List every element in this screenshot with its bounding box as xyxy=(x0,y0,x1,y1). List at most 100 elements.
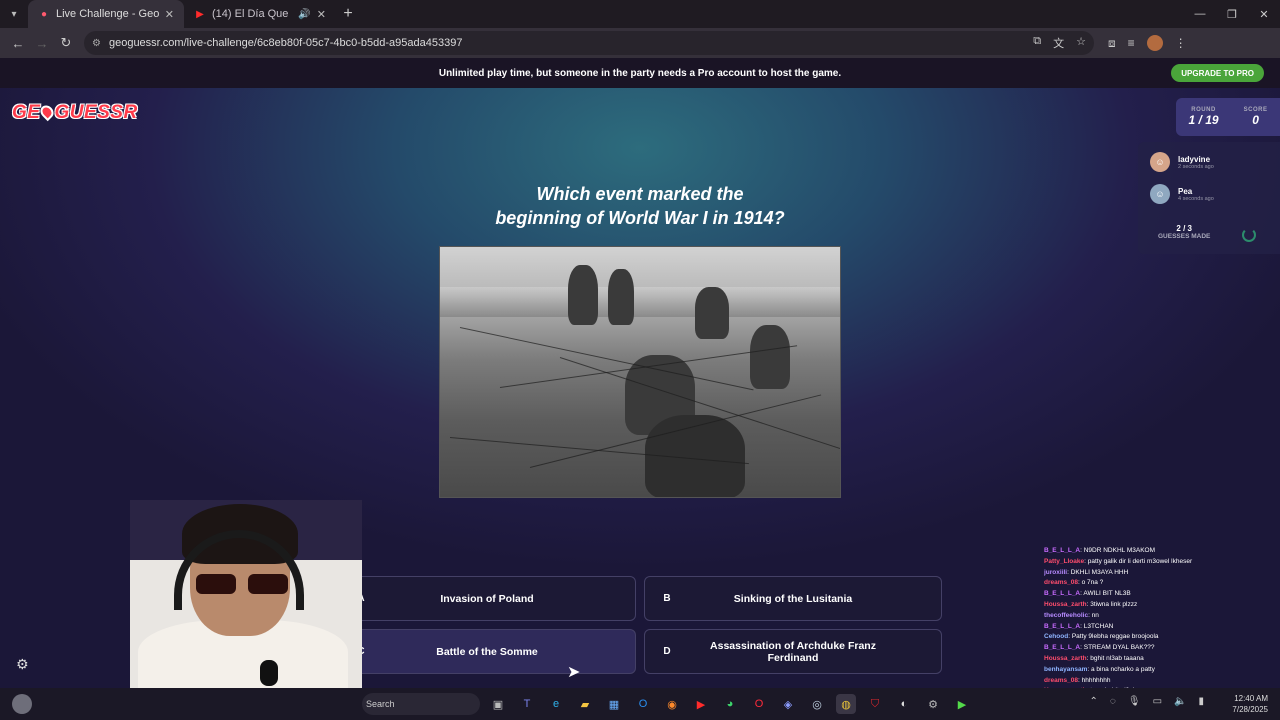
teams-icon[interactable]: T xyxy=(517,694,537,714)
bookmark-star-icon[interactable]: ☆ xyxy=(1076,35,1086,51)
answer-option-d[interactable]: D Assassination of Archduke Franz Ferdin… xyxy=(644,629,942,674)
question-line: Which event marked the xyxy=(536,184,744,204)
player-time: 4 seconds ago xyxy=(1178,195,1214,202)
answer-option-b[interactable]: B Sinking of the Lusitania xyxy=(644,576,942,621)
tray-overflow-icon[interactable]: ⌃ xyxy=(1090,696,1098,707)
close-tab-icon[interactable]: ✕ xyxy=(317,8,326,21)
whatsapp-icon[interactable]: ◕ xyxy=(720,694,740,714)
chat-username: B_E_L_L_A xyxy=(1044,590,1081,598)
taskbar-search[interactable]: Search xyxy=(362,693,480,715)
upgrade-to-pro-button[interactable]: UPGRADE TO PRO xyxy=(1171,64,1264,82)
tab-list-icon[interactable]: ≡ xyxy=(1128,36,1135,50)
store-icon[interactable]: ▦ xyxy=(604,694,624,714)
answer-text: Sinking of the Lusitania xyxy=(733,592,853,605)
clock-date: 7/28/2025 xyxy=(1232,705,1268,714)
tab-live-challenge[interactable]: ● Live Challenge - GeoGuessr ✕ xyxy=(28,0,184,28)
tab-search-icon[interactable]: ▾ xyxy=(0,0,28,28)
banner-message: Unlimited play time, but someone in the … xyxy=(438,67,842,79)
chrome-icon[interactable]: ◍ xyxy=(836,694,856,714)
sunglasses-icon xyxy=(196,574,288,596)
extensions-icon[interactable]: ⧈ xyxy=(1108,36,1116,51)
chat-username: B_E_L_L_A xyxy=(1044,644,1081,652)
task-view-icon[interactable]: ▣ xyxy=(488,694,508,714)
chat-text: : hhhhhhhh xyxy=(1077,676,1111,684)
network-icon[interactable]: ◌ xyxy=(1110,696,1116,707)
close-window-icon[interactable]: ✕ xyxy=(1248,0,1280,28)
answer-option-a[interactable]: A Invasion of Poland xyxy=(338,576,636,621)
player-avatar: ☺ xyxy=(1150,184,1170,204)
chat-text: : STREAM DYAL BAK??? xyxy=(1080,644,1155,652)
chat-text: : L3TCHAN xyxy=(1080,622,1114,630)
mcafee-icon[interactable]: ⛉ xyxy=(865,694,885,714)
logo-text-left: GE xyxy=(12,102,41,123)
windows-taskbar: Search ▣ T e ▰ ▦ O ◉ ▶ ◕ O ◈ ◎ ◍ ⛉ ◐ ⚙ ▶… xyxy=(0,688,1280,720)
translate-icon[interactable]: 文 xyxy=(1053,35,1064,51)
edge-icon[interactable]: e xyxy=(546,694,566,714)
youtube-icon[interactable]: ▶ xyxy=(691,694,711,714)
answer-letter: D xyxy=(663,646,671,657)
player-item: ☺ Pea 4 seconds ago xyxy=(1138,174,1280,206)
settings-gear-icon[interactable]: ⚙ xyxy=(16,656,32,672)
chat-text: : patty galik dir li derti m3owel lkhese… xyxy=(1084,557,1193,565)
tab-title: Live Challenge - GeoGuessr xyxy=(56,8,159,20)
guesses-count: 2 / 3 xyxy=(1176,224,1192,233)
geoguessr-logo[interactable]: GE GUESSR xyxy=(12,102,138,124)
chat-text: : DKHLI M3AYA HHH xyxy=(1067,568,1129,576)
reload-button[interactable]: ↻ xyxy=(54,31,78,55)
taskbar-clock[interactable]: 12:40 AM 7/28/2025 xyxy=(1232,693,1268,715)
logo-text-right: GUESSR xyxy=(54,102,138,123)
player-item: ☺ ladyvine 2 seconds ago xyxy=(1138,142,1280,174)
restore-icon[interactable]: ❐ xyxy=(1216,0,1248,28)
opera-icon[interactable]: O xyxy=(749,694,769,714)
obs-icon[interactable]: ◐ xyxy=(894,694,914,714)
player-name: ladyvine xyxy=(1178,154,1211,164)
close-tab-icon[interactable]: ✕ xyxy=(165,8,174,21)
settings-app-icon[interactable]: ⚙ xyxy=(923,694,943,714)
battery-icon[interactable]: ▮ xyxy=(1198,696,1204,707)
chat-message: Houssa_zarth: 3tiwna link plzzz xyxy=(1044,600,1280,611)
answer-letter: B xyxy=(663,593,671,604)
install-app-icon[interactable]: ⧉ xyxy=(1033,35,1041,51)
chat-text: : 3tiwna link plzzz xyxy=(1086,600,1138,608)
tab-youtube[interactable]: ▶ (14) El Día Que Puedas - Yo 🔊 ✕ xyxy=(184,0,336,28)
chat-message: Patty_Lloake: patty galik dir li derti m… xyxy=(1044,557,1280,568)
streaming-app-icon[interactable]: ▶ xyxy=(952,694,972,714)
new-tab-button[interactable]: + xyxy=(336,2,360,26)
chat-text: : o 7na ? xyxy=(1077,579,1104,587)
clock-time: 12:40 AM xyxy=(1234,694,1268,703)
minimize-icon[interactable]: — xyxy=(1184,0,1216,28)
chat-message: B_E_L_L_A: N9DR NDKHL M3AKOM xyxy=(1044,546,1280,557)
chat-message: B_E_L_L_A: STREAM DYAL BAK??? xyxy=(1044,643,1280,654)
volume-icon[interactable]: 🔈 xyxy=(1174,696,1186,707)
loading-spinner-icon xyxy=(1242,228,1256,242)
start-widget-icon[interactable] xyxy=(12,694,32,714)
address-bar[interactable]: ⚙ geoguessr.com/live-challenge/6c8eb80f-… xyxy=(84,31,1094,55)
back-button[interactable]: ← xyxy=(6,31,30,55)
file-explorer-icon[interactable]: ▰ xyxy=(575,694,595,714)
answer-grid: A Invasion of Poland B Sinking of the Lu… xyxy=(338,576,942,674)
firefox-icon[interactable]: ◉ xyxy=(662,694,682,714)
site-info-icon[interactable]: ⚙ xyxy=(92,38,101,49)
photo-soldier xyxy=(645,415,745,497)
answer-option-c[interactable]: C Battle of the Somme xyxy=(338,629,636,674)
chat-message: dreams_08: hhhhhhhh xyxy=(1044,676,1280,687)
profile-avatar[interactable] xyxy=(1146,35,1163,51)
chat-username: B_E_L_L_A xyxy=(1044,547,1081,554)
forward-button[interactable]: → xyxy=(30,31,54,55)
more-menu-icon[interactable]: ⋮ xyxy=(1175,36,1187,50)
pro-banner: Unlimited play time, but someone in the … xyxy=(0,58,1280,88)
question-photo xyxy=(439,246,841,498)
steam-icon[interactable]: ◎ xyxy=(807,694,827,714)
tab-title: (14) El Día Que Puedas - Yo xyxy=(212,8,292,20)
display-icon[interactable]: ▭ xyxy=(1153,696,1162,707)
chat-text: : N9DR NDKHL M3AKOM xyxy=(1080,547,1156,554)
mouse-cursor-icon: ➤ xyxy=(567,664,581,681)
outlook-icon[interactable]: O xyxy=(633,694,653,714)
photo-horizon xyxy=(440,287,840,317)
answer-text: Assassination of Archduke Franz Ferdinan… xyxy=(710,639,876,664)
mic-tray-icon[interactable]: 🎙 xyxy=(1128,696,1141,707)
speaker-icon[interactable]: 🔊 xyxy=(298,9,310,20)
player-time: 2 seconds ago xyxy=(1178,163,1214,170)
chat-username: dreams_08 xyxy=(1044,579,1078,587)
discord-icon[interactable]: ◈ xyxy=(778,694,798,714)
